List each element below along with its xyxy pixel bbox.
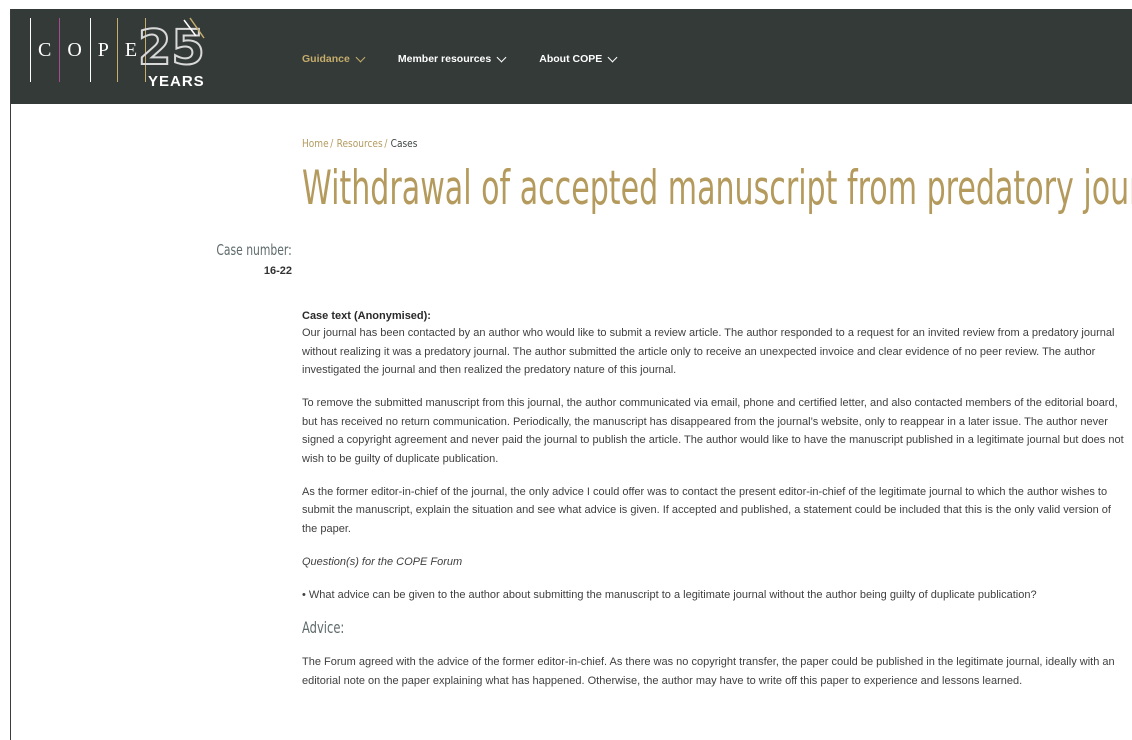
nav-about-cope-label: About COPE [539,53,603,65]
breadcrumb-separator: / [330,137,334,150]
nav-about-cope[interactable]: About COPE [539,52,618,65]
case-number-value: 16-22 [263,265,292,277]
logo-bar [59,18,61,82]
chevron-down-icon [355,52,366,62]
nav-member-resources[interactable]: Member resources [397,52,507,65]
logo-letter-p: P [97,38,110,61]
advice-paragraph: The Forum agreed with the advice of the … [302,656,1115,687]
logo-years-text: YEARS [148,73,205,90]
logo-bar [30,18,31,82]
chevron-down-icon [607,52,618,62]
breadcrumb-home-link[interactable]: Home [302,137,329,150]
breadcrumb: Home / Resources / Cases [302,137,417,150]
logo-letter-c: C [38,38,53,61]
logo-bar [116,18,118,82]
nav-guidance[interactable]: Guidance [302,52,366,65]
nav-guidance-label: Guidance [302,53,350,65]
case-number-label: Case number: [216,241,292,259]
case-content: Case text (Anonymised): Our journal has … [302,308,1126,705]
site-header: C O P E 25 YEARS Guidance Member resourc… [11,9,1132,104]
cope-25-years-logo[interactable]: C O P E 25 YEARS [23,17,206,90]
nav-member-resources-label: Member resources [397,53,492,65]
breadcrumb-resources-link[interactable]: Resources [337,137,383,150]
case-paragraph: To remove the submitted manuscript from … [302,397,1124,465]
case-paragraph: Our journal has been contacted by an aut… [302,327,1115,376]
advice-heading: Advice: [302,617,345,637]
page-title: Withdrawal of accepted manuscript from p… [302,161,1132,216]
main-nav: Guidance Member resources About COPE [302,52,650,65]
chevron-down-icon [496,52,507,62]
questions-heading: Question(s) for the COPE Forum [302,555,463,568]
logo-bar [89,18,91,82]
page-frame: C O P E 25 YEARS Guidance Member resourc… [10,9,1132,740]
badge-number: 25 [138,20,205,76]
breadcrumb-separator: / [384,137,388,150]
breadcrumb-current: Cases [390,137,418,150]
logo-letter-o: O [67,38,83,61]
question-item: • What advice can be given to the author… [302,588,1037,601]
case-text-heading: Case text (Anonymised): [302,310,431,322]
case-paragraph: As the former editor-in-chief of the jou… [302,485,1111,535]
